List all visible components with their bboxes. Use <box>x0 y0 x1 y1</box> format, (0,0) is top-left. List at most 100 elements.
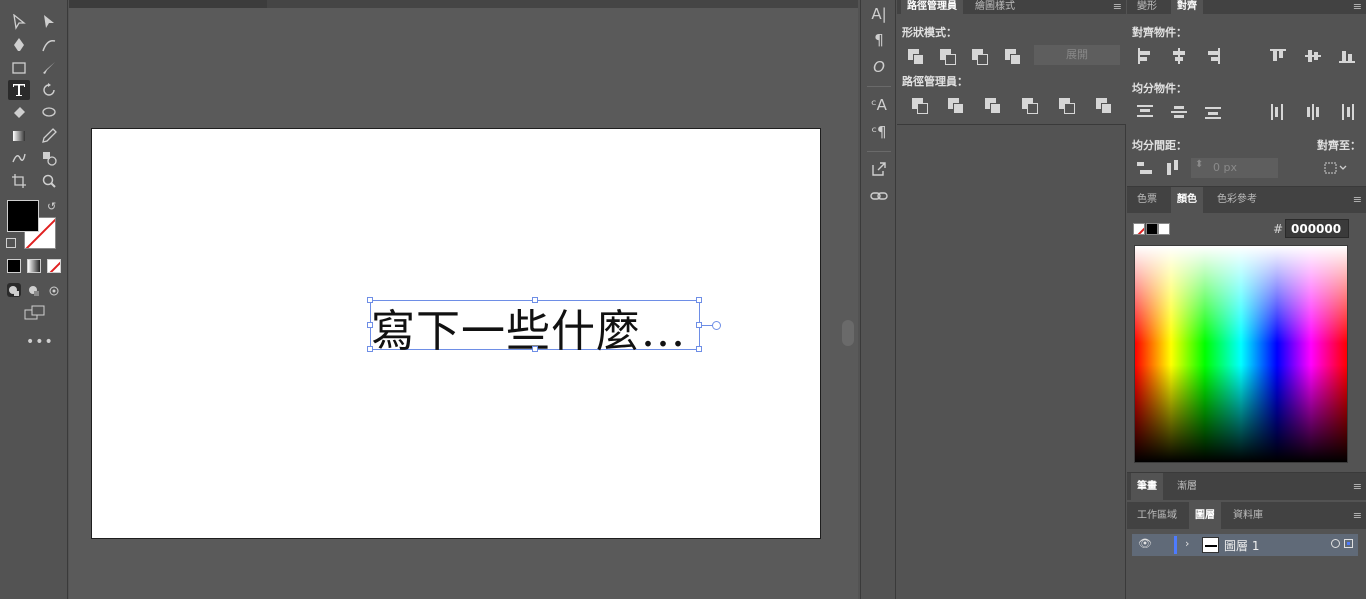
tab-stroke[interactable]: 筆畫 <box>1131 473 1163 500</box>
pen-tool-icon[interactable] <box>8 35 30 55</box>
distribute-top-icon[interactable] <box>1137 104 1153 120</box>
gradient-mode-icon[interactable] <box>27 259 41 273</box>
shape-builder-tool-icon[interactable] <box>38 148 60 168</box>
selection-handle[interactable] <box>367 297 373 303</box>
distribute-right-icon[interactable] <box>1339 104 1355 120</box>
paragraph-styles-icon[interactable]: ᶜ¶ <box>869 122 889 142</box>
tab-artboards[interactable]: 工作區域 <box>1131 502 1183 529</box>
visibility-eye-icon[interactable]: 👁 <box>1138 537 1152 550</box>
width-tool-icon[interactable] <box>38 103 60 123</box>
tab-color-guide[interactable]: 色彩參考 <box>1211 187 1263 213</box>
document-tab[interactable] <box>69 0 267 8</box>
rectangle-tool-icon[interactable] <box>8 58 30 78</box>
canvas-scrollbar-thumb[interactable] <box>842 320 854 346</box>
layer-name[interactable]: 圖層 1 <box>1224 537 1259 554</box>
tab-transform[interactable]: 變形 <box>1131 0 1163 14</box>
selection-handle[interactable] <box>696 297 702 303</box>
hex-color-input[interactable]: 000000 <box>1285 219 1349 238</box>
spacing-value-input[interactable]: 0 px <box>1191 158 1278 178</box>
zoom-tool-icon[interactable] <box>38 171 60 191</box>
align-right-icon[interactable] <box>1205 48 1221 64</box>
draw-inside-icon[interactable] <box>47 283 61 297</box>
color-mode-icon[interactable] <box>7 259 21 273</box>
character-panel-icon[interactable]: A| <box>869 4 889 24</box>
panel-menu-icon[interactable]: ≡ <box>1113 0 1122 14</box>
black-swatch[interactable] <box>1146 223 1158 235</box>
horizontal-distribute-space-icon[interactable] <box>1165 160 1181 176</box>
align-to-dropdown[interactable] <box>1323 160 1349 179</box>
layer-row[interactable]: 👁 › 圖層 1 <box>1132 534 1358 556</box>
panel-menu-icon[interactable]: ≡ <box>1353 502 1362 529</box>
paintbrush-tool-icon[interactable] <box>38 58 60 78</box>
type-tool-icon[interactable] <box>8 80 30 100</box>
selection-handle[interactable] <box>367 346 373 352</box>
tab-align[interactable]: 對齊 <box>1171 0 1203 14</box>
trim-icon[interactable] <box>948 98 964 114</box>
default-fill-stroke-icon[interactable] <box>6 238 16 248</box>
tab-gradient[interactable]: 漸層 <box>1171 473 1203 500</box>
white-swatch[interactable] <box>1158 223 1170 235</box>
minus-front-icon[interactable] <box>940 49 956 65</box>
selection-handle[interactable] <box>532 346 538 352</box>
links-icon[interactable] <box>869 187 889 207</box>
direct-selection-tool-icon[interactable] <box>38 12 60 32</box>
merge-icon[interactable] <box>985 98 1001 114</box>
outline-icon[interactable] <box>1059 98 1075 114</box>
layer-target-icon[interactable] <box>1331 539 1340 548</box>
gradient-tool-icon[interactable] <box>8 126 30 146</box>
text-frame-selection[interactable]: 寫下一些什麼... <box>367 297 721 357</box>
expand-layer-chevron-icon[interactable]: › <box>1185 537 1189 550</box>
character-styles-icon[interactable]: ᶜA <box>869 95 889 115</box>
tab-swatches[interactable]: 色票 <box>1131 187 1163 213</box>
spacing-stepper-icon[interactable]: ⬍ <box>1195 159 1203 170</box>
screen-mode-icon[interactable] <box>24 305 46 321</box>
selection-tool-icon[interactable] <box>8 12 30 32</box>
export-icon[interactable] <box>869 160 889 180</box>
distribute-vertical-center-icon[interactable] <box>1171 104 1187 120</box>
panel-menu-icon[interactable]: ≡ <box>1353 0 1362 14</box>
curvature-tool-icon[interactable] <box>38 35 60 55</box>
crop-icon[interactable] <box>1022 98 1038 114</box>
artboard-tool-icon[interactable] <box>8 171 30 191</box>
none-swatch[interactable] <box>1133 223 1145 235</box>
swap-fill-stroke-icon[interactable]: ↺ <box>47 200 56 213</box>
paragraph-panel-icon[interactable]: ¶ <box>869 30 889 50</box>
color-spectrum-picker[interactable] <box>1134 245 1348 463</box>
tab-libraries[interactable]: 資料庫 <box>1227 502 1269 529</box>
align-horizontal-center-icon[interactable] <box>1171 48 1187 64</box>
align-left-icon[interactable] <box>1137 48 1153 64</box>
align-vertical-center-icon[interactable] <box>1305 48 1321 64</box>
artboard-text[interactable]: 寫下一些什麼... <box>371 295 686 359</box>
selection-handle[interactable] <box>367 322 373 328</box>
blend-tool-icon[interactable] <box>8 148 30 168</box>
tab-color[interactable]: 顏色 <box>1171 187 1203 213</box>
draw-normal-icon[interactable] <box>7 283 21 297</box>
rotate-tool-icon[interactable] <box>38 80 60 100</box>
vertical-distribute-space-icon[interactable] <box>1137 160 1153 176</box>
text-threading-handle[interactable] <box>712 321 721 330</box>
panel-menu-icon[interactable]: ≡ <box>1353 187 1362 213</box>
more-tools-icon[interactable]: ••• <box>26 334 54 350</box>
align-bottom-icon[interactable] <box>1339 48 1355 64</box>
intersect-icon[interactable] <box>972 49 988 65</box>
fill-color-swatch[interactable] <box>7 200 39 232</box>
minus-back-icon[interactable] <box>1096 98 1112 114</box>
divide-icon[interactable] <box>912 98 928 114</box>
selection-handle[interactable] <box>696 346 702 352</box>
eyedropper-tool-icon[interactable] <box>38 126 60 146</box>
expand-button[interactable]: 展開 <box>1034 45 1120 65</box>
distribute-horizontal-center-icon[interactable] <box>1305 104 1321 120</box>
panel-menu-icon[interactable]: ≡ <box>1353 473 1362 500</box>
layer-selection-indicator-icon[interactable] <box>1344 539 1353 548</box>
distribute-left-icon[interactable] <box>1270 104 1286 120</box>
none-mode-icon[interactable] <box>47 259 61 273</box>
draw-behind-icon[interactable] <box>27 283 41 297</box>
tab-layers[interactable]: 圖層 <box>1189 502 1221 529</box>
exclude-icon[interactable] <box>1005 49 1021 65</box>
distribute-bottom-icon[interactable] <box>1205 104 1221 120</box>
opentype-panel-icon[interactable]: O <box>869 57 889 77</box>
selection-handle[interactable] <box>532 297 538 303</box>
eraser-tool-icon[interactable] <box>8 103 30 123</box>
unite-icon[interactable] <box>908 49 924 65</box>
tab-graphic-styles[interactable]: 繪圖樣式 <box>969 0 1021 14</box>
